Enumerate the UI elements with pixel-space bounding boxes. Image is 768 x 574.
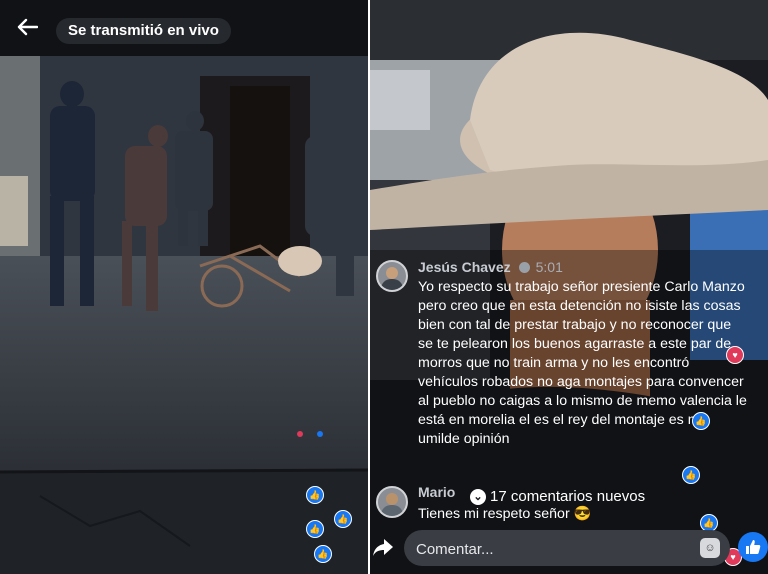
top-bar: Se transmitió en vivo: [0, 0, 368, 56]
left-video-pane: Se transmitió en vivo 👍 👍 👍 👍: [0, 0, 368, 574]
comment-composer[interactable]: ☺: [404, 530, 730, 568]
comment-author-line: Mario: [418, 484, 455, 500]
like-reaction-icon: 👍: [334, 510, 352, 528]
live-replay-label: Se transmitió en vivo: [56, 18, 231, 44]
sticker-icon[interactable]: ☺: [700, 538, 720, 558]
like-button[interactable]: [738, 532, 768, 562]
verified-icon: [518, 262, 530, 273]
like-reaction-icon: 👍: [314, 545, 332, 563]
like-reaction-icon: 👍: [306, 486, 324, 504]
new-comments-label: 17 comentarios nuevos: [490, 488, 646, 505]
heart-reaction-icon: ♥: [726, 346, 744, 364]
share-arrow-icon: [373, 539, 393, 556]
like-reaction-icon: 👍: [306, 520, 324, 538]
chevron-down-icon: ⌄: [470, 489, 486, 505]
arrow-left-icon: [17, 18, 39, 36]
comment-time: 5:01: [535, 259, 563, 275]
like-reaction-icon: 👍: [692, 412, 710, 430]
back-button[interactable]: [10, 10, 44, 44]
avatar[interactable]: [376, 260, 408, 292]
avatar[interactable]: [376, 486, 408, 518]
thumbs-up-icon: [746, 540, 761, 554]
comment-input[interactable]: [414, 530, 688, 568]
new-comments-banner[interactable]: ⌄ 17 comentarios nuevos: [470, 486, 645, 508]
comment-author-line: Jesús Chavez 5:01: [418, 259, 563, 275]
comment-author[interactable]: Jesús Chavez: [418, 259, 511, 275]
comment-author[interactable]: Mario: [418, 484, 455, 500]
share-button[interactable]: [372, 536, 394, 558]
like-reaction-icon: 👍: [682, 466, 700, 484]
